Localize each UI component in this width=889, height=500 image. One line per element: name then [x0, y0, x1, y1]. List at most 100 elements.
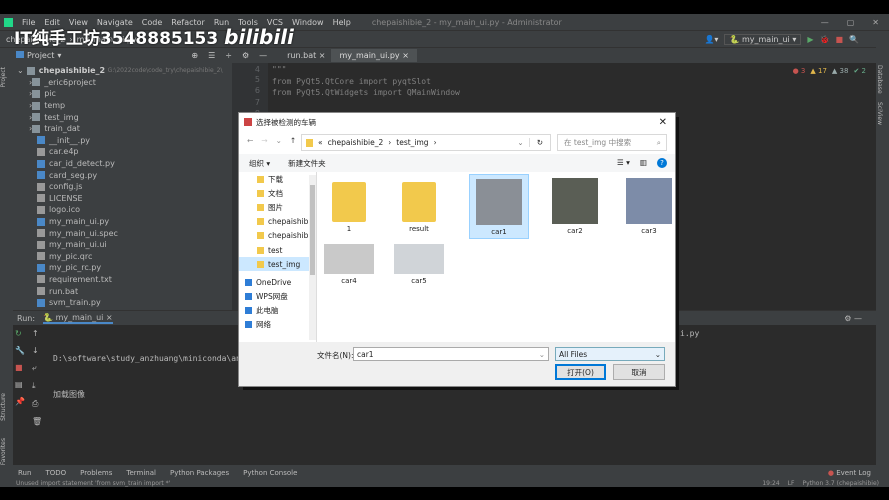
- address-bar[interactable]: « chepaishibie_2 › test_img › ⌄ ↻: [301, 134, 551, 151]
- nav-item[interactable]: 网络: [239, 318, 316, 332]
- rerun-icon[interactable]: ↻: [15, 329, 25, 338]
- debug-icon[interactable]: 🐞: [820, 35, 830, 44]
- stop-icon[interactable]: ■: [15, 363, 25, 372]
- file-item-1[interactable]: 1: [319, 174, 379, 239]
- side-sciview-label[interactable]: SciView: [876, 102, 883, 125]
- project-dropdown[interactable]: Project ▾: [16, 51, 61, 60]
- tree-item[interactable]: card_seg.py: [13, 169, 232, 181]
- soft-wrap-icon[interactable]: ⤶: [32, 363, 42, 373]
- tree-item[interactable]: LICENSE: [13, 193, 232, 205]
- file-item-car5[interactable]: car5: [389, 240, 449, 305]
- side-favorites-label[interactable]: Favorites: [0, 438, 7, 465]
- nav-item[interactable]: 下载: [239, 172, 316, 186]
- nav-item[interactable]: WPS网盘: [239, 290, 316, 304]
- close-icon[interactable]: ✕: [659, 117, 675, 128]
- new-folder-button[interactable]: 新建文件夹: [288, 158, 326, 169]
- user-icon[interactable]: 👤▾: [704, 35, 718, 44]
- tab-my-main-ui[interactable]: my_main_ui.py ×: [331, 49, 417, 62]
- close-button[interactable]: ✕: [872, 18, 879, 27]
- wrench-icon[interactable]: 🔧: [15, 346, 25, 355]
- maximize-button[interactable]: ▢: [847, 18, 855, 27]
- organize-button[interactable]: 组织 ▾: [249, 158, 270, 169]
- recent-icon[interactable]: ⌄: [276, 136, 282, 145]
- trash-icon[interactable]: 🗑: [32, 417, 42, 426]
- tree-item[interactable]: __init__.py: [13, 135, 232, 147]
- tree-item[interactable]: › temp: [13, 100, 232, 112]
- forward-icon[interactable]: →: [261, 136, 267, 145]
- tree-item[interactable]: my_main_ui.spec: [13, 227, 232, 239]
- bottom-tab-python-packages[interactable]: Python Packages: [170, 469, 229, 477]
- nav-item[interactable]: chepaishibi: [239, 215, 316, 229]
- run-icon[interactable]: ▶: [807, 35, 813, 44]
- nav-item[interactable]: test_img: [239, 257, 316, 272]
- tree-item[interactable]: my_main_ui.ui: [13, 239, 232, 251]
- back-icon[interactable]: ←: [247, 136, 253, 145]
- file-item-car3[interactable]: car3: [619, 174, 679, 239]
- minimize-button[interactable]: —: [821, 18, 829, 27]
- file-item-car2[interactable]: car2: [545, 174, 605, 239]
- up-icon[interactable]: ↑: [32, 329, 42, 338]
- tree-item[interactable]: config.js: [13, 181, 232, 193]
- side-structure-label[interactable]: Structure: [0, 393, 7, 421]
- side-project-label[interactable]: Project: [0, 67, 7, 88]
- pin-icon[interactable]: 📌: [15, 397, 25, 406]
- bottom-tab-terminal[interactable]: Terminal: [126, 469, 156, 477]
- breadcrumb-item[interactable]: test_img: [396, 138, 428, 147]
- tree-item[interactable]: › train_dat: [13, 123, 232, 135]
- side-database-label[interactable]: Database: [876, 65, 883, 94]
- interpreter-selector[interactable]: Python 3.7 (chepaishibie): [802, 480, 879, 487]
- tree-item[interactable]: › _eric6project: [13, 77, 232, 89]
- line-separator[interactable]: LF: [788, 480, 795, 487]
- menu-help[interactable]: Help: [333, 18, 351, 27]
- tree-item[interactable]: › pic: [13, 88, 232, 100]
- nav-item[interactable]: 图片: [239, 200, 316, 214]
- gear-icon[interactable]: ⚙: [242, 51, 249, 60]
- file-item-result[interactable]: result: [389, 174, 449, 239]
- filename-input[interactable]: car1 ⌄: [353, 347, 549, 361]
- breadcrumb-item[interactable]: chepaishibie_2: [328, 138, 384, 147]
- tree-item[interactable]: car_id_detect.py: [13, 158, 232, 170]
- file-item-car1[interactable]: car1: [469, 174, 529, 239]
- collapse-all-icon[interactable]: ÷: [225, 51, 232, 60]
- nav-scrollbar[interactable]: [309, 175, 316, 340]
- view-options-icon[interactable]: ☰ ▾: [617, 158, 630, 168]
- run-config-select[interactable]: 🐍 my_main_ui ▾: [724, 33, 802, 45]
- nav-item[interactable]: test: [239, 243, 316, 257]
- file-item-car4[interactable]: car4: [319, 240, 379, 305]
- nav-item[interactable]: chepaishibi: [239, 229, 316, 243]
- stop-icon[interactable]: ■: [835, 35, 843, 44]
- cancel-button[interactable]: 取消: [613, 364, 665, 380]
- open-button[interactable]: 打开(O): [555, 364, 606, 380]
- tree-item[interactable]: run.bat: [13, 285, 232, 297]
- down-icon[interactable]: ↓: [32, 346, 42, 355]
- tree-item[interactable]: my_pic.qrc: [13, 251, 232, 263]
- up-icon[interactable]: ↑: [290, 136, 296, 145]
- event-log-button[interactable]: ● Event Log: [828, 469, 889, 477]
- bottom-tab-python-console[interactable]: Python Console: [243, 469, 297, 477]
- preview-pane-icon[interactable]: ▥: [640, 158, 647, 168]
- refresh-icon[interactable]: ↻: [528, 138, 550, 147]
- help-icon[interactable]: ?: [657, 158, 667, 168]
- layout-icon[interactable]: ▤: [15, 380, 25, 389]
- tree-root[interactable]: ⌄ chepaishibie_2 G:\2022code\code_try\ch…: [13, 65, 232, 77]
- print-icon[interactable]: ⎙: [32, 399, 42, 409]
- search-input[interactable]: 在 test_img 中搜索 ⌕: [557, 134, 667, 151]
- tree-item[interactable]: requirement.txt: [13, 274, 232, 286]
- tree-item[interactable]: my_main_ui.py: [13, 216, 232, 228]
- run-settings-icon[interactable]: ⚙ —: [844, 314, 876, 323]
- tree-item[interactable]: my_pic_rc.py: [13, 262, 232, 274]
- caret-position[interactable]: 19:24: [762, 480, 779, 487]
- tree-item[interactable]: car.e4p: [13, 146, 232, 158]
- nav-item[interactable]: 此电脑: [239, 304, 316, 318]
- nav-item[interactable]: 文档: [239, 186, 316, 200]
- expand-all-icon[interactable]: ☰: [208, 51, 215, 60]
- tree-item[interactable]: logo.ico: [13, 204, 232, 216]
- tab-run-bat[interactable]: run.bat ×: [281, 51, 331, 60]
- bottom-tab-todo[interactable]: TODO: [45, 469, 66, 477]
- hide-icon[interactable]: —: [259, 51, 267, 60]
- bottom-tab-problems[interactable]: Problems: [80, 469, 112, 477]
- search-everywhere-icon[interactable]: 🔍: [849, 35, 859, 44]
- locate-icon[interactable]: ⊕: [191, 51, 198, 60]
- menu-window[interactable]: Window: [292, 18, 324, 27]
- tree-item[interactable]: › test_img: [13, 111, 232, 123]
